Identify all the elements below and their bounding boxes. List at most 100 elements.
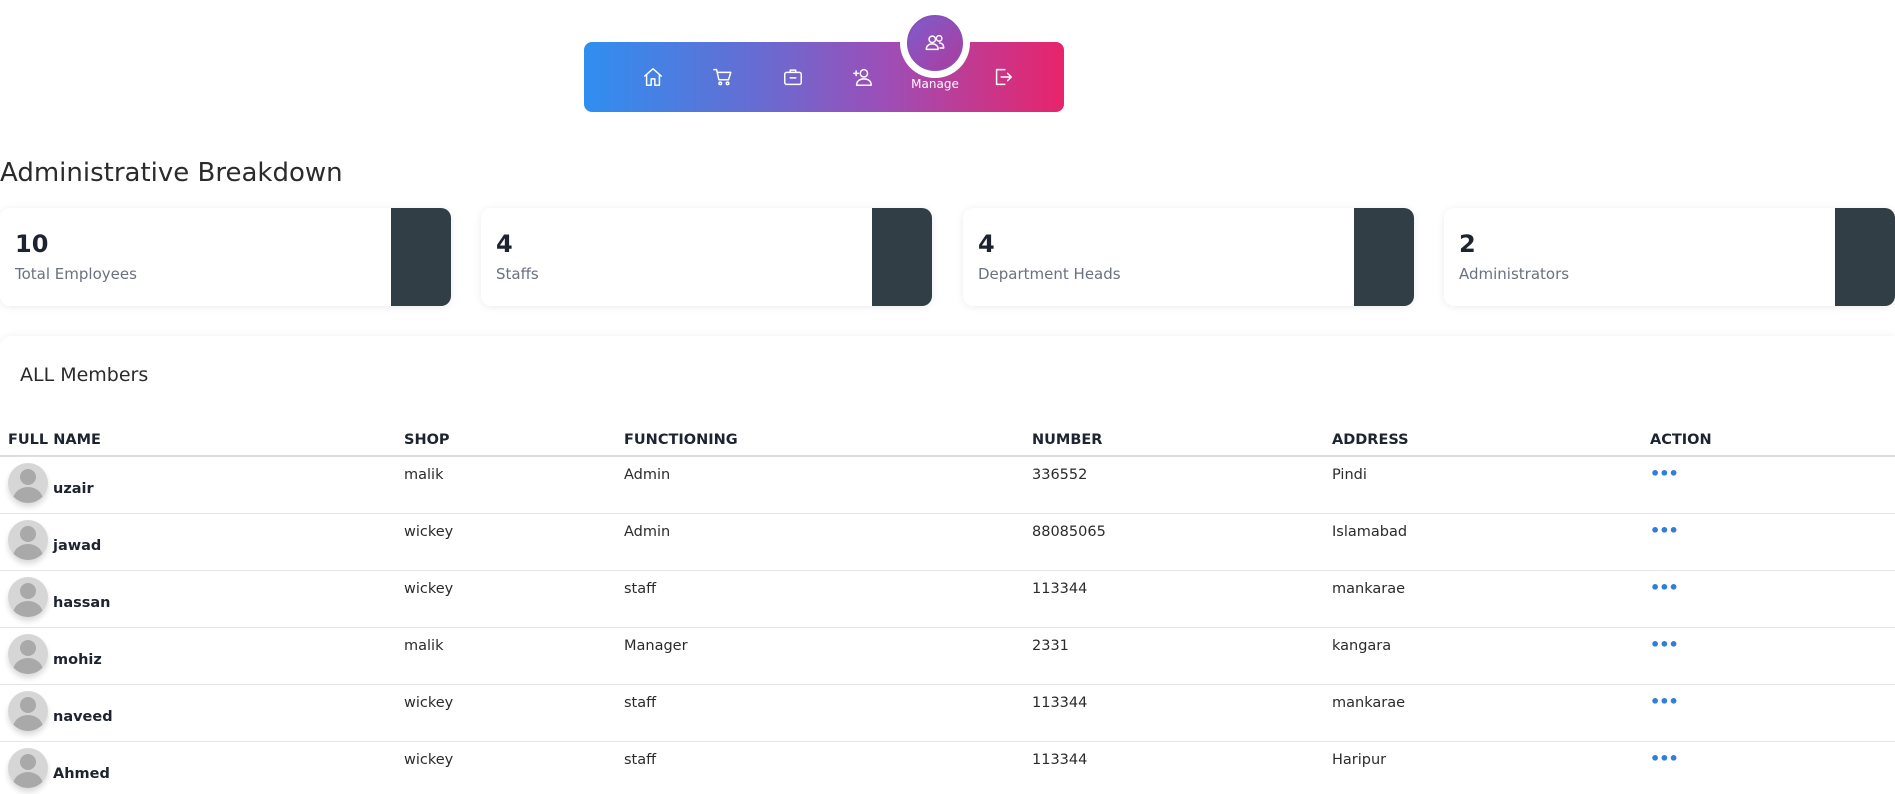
- table-header-row: FULL NAME SHOP FUNCTIONING NUMBER ADDRES…: [0, 424, 1895, 457]
- cell-shop: malik: [396, 627, 616, 685]
- page-title: Administrative Breakdown: [0, 158, 343, 188]
- cell-full-name: jawad: [0, 513, 396, 571]
- add-user-icon: [853, 68, 872, 86]
- stat-card-administrators: 2 Administrators: [1444, 208, 1895, 306]
- cell-address: Islamabad: [1324, 513, 1642, 571]
- avatar: [8, 747, 48, 788]
- cell-action: •••: [1642, 513, 1895, 571]
- cell-shop: wickey: [396, 741, 616, 794]
- member-name: naveed: [53, 708, 113, 725]
- nav-home-button[interactable]: [629, 42, 677, 112]
- table-row[interactable]: uzair malik Admin 336552 Pindi •••: [0, 456, 1895, 514]
- cell-number: 113344: [1024, 684, 1324, 742]
- cell-action: •••: [1642, 684, 1895, 742]
- cell-number: 113344: [1024, 741, 1324, 794]
- cell-functioning: staff: [616, 741, 1024, 794]
- briefcase-icon: [784, 69, 802, 86]
- users-icon: [925, 34, 945, 51]
- stat-label: Staffs: [496, 265, 539, 283]
- more-options-icon[interactable]: •••: [1650, 635, 1679, 654]
- more-options-icon[interactable]: •••: [1650, 578, 1679, 597]
- logout-icon: [995, 68, 1012, 86]
- stat-value: 4: [496, 230, 513, 258]
- cell-number: 2331: [1024, 627, 1324, 685]
- cell-full-name: uzair: [0, 456, 396, 514]
- column-header-action: ACTION: [1642, 424, 1895, 457]
- main-nav-bar: [584, 42, 1064, 112]
- cell-shop: malik: [396, 456, 616, 514]
- home-icon: [644, 68, 662, 86]
- cell-address: mankarae: [1324, 570, 1642, 628]
- table-row[interactable]: jawad wickey Admin 88085065 Islamabad ••…: [0, 513, 1895, 571]
- table-row[interactable]: mohiz malik Manager 2331 kangara •••: [0, 627, 1895, 685]
- stat-card-total-employees: 10 Total Employees: [0, 208, 451, 306]
- nav-briefcase-button[interactable]: [769, 42, 817, 112]
- cell-number: 336552: [1024, 456, 1324, 514]
- avatar: [8, 576, 48, 617]
- members-table: FULL NAME SHOP FUNCTIONING NUMBER ADDRES…: [0, 424, 1895, 794]
- cell-functioning: staff: [616, 570, 1024, 628]
- cell-full-name: Ahmed: [0, 741, 396, 794]
- member-name: Ahmed: [53, 765, 110, 782]
- cell-address: Pindi: [1324, 456, 1642, 514]
- more-options-icon[interactable]: •••: [1650, 692, 1679, 711]
- cell-shop: wickey: [396, 513, 616, 571]
- stat-value: 4: [978, 230, 995, 258]
- stat-value: 10: [15, 230, 49, 258]
- cell-number: 88085065: [1024, 513, 1324, 571]
- stat-value: 2: [1459, 230, 1476, 258]
- cell-address: mankarae: [1324, 684, 1642, 742]
- column-header-shop[interactable]: SHOP: [396, 424, 616, 457]
- cell-address: Haripur: [1324, 741, 1642, 794]
- stat-label: Total Employees: [15, 265, 137, 283]
- column-header-address[interactable]: ADDRESS: [1324, 424, 1642, 457]
- stat-card-accent-block: [391, 208, 451, 306]
- member-name: jawad: [53, 537, 102, 554]
- table-row[interactable]: hassan wickey staff 113344 mankarae •••: [0, 570, 1895, 628]
- stat-card-staffs: 4 Staffs: [481, 208, 932, 306]
- stat-card-accent-block: [1354, 208, 1414, 306]
- cell-address: kangara: [1324, 627, 1642, 685]
- cell-action: •••: [1642, 570, 1895, 628]
- column-header-functioning[interactable]: FUNCTIONING: [616, 424, 1024, 457]
- nav-cart-button[interactable]: [699, 42, 747, 112]
- nav-logout-button[interactable]: [979, 42, 1027, 112]
- members-title: ALL Members: [20, 364, 149, 386]
- cell-functioning: staff: [616, 684, 1024, 742]
- cell-full-name: mohiz: [0, 627, 396, 685]
- member-name: hassan: [53, 594, 111, 611]
- cell-action: •••: [1642, 627, 1895, 685]
- cell-functioning: Admin: [616, 456, 1024, 514]
- avatar: [8, 633, 48, 674]
- member-name: uzair: [53, 481, 94, 497]
- cell-action: •••: [1642, 456, 1895, 514]
- avatar: [8, 463, 48, 503]
- cell-shop: wickey: [396, 684, 616, 742]
- more-options-icon[interactable]: •••: [1650, 521, 1679, 540]
- cell-number: 113344: [1024, 570, 1324, 628]
- cell-shop: wickey: [396, 570, 616, 628]
- stat-card-department-heads: 4 Department Heads: [963, 208, 1414, 306]
- members-panel: ALL Members FULL NAME SHOP FUNCTIONING N…: [0, 336, 1895, 794]
- column-header-full-name[interactable]: FULL NAME: [0, 424, 396, 457]
- nav-manage-button[interactable]: [905, 13, 965, 73]
- column-header-number[interactable]: NUMBER: [1024, 424, 1324, 457]
- stat-label: Department Heads: [978, 265, 1121, 283]
- nav-add-user-button[interactable]: [839, 42, 887, 112]
- avatar: [8, 690, 48, 731]
- table-row[interactable]: naveed wickey staff 113344 mankarae •••: [0, 684, 1895, 742]
- nav-manage-label: Manage: [911, 77, 959, 91]
- cell-functioning: Admin: [616, 513, 1024, 571]
- cell-functioning: Manager: [616, 627, 1024, 685]
- stat-card-accent-block: [1835, 208, 1895, 306]
- member-name: mohiz: [53, 651, 102, 668]
- table-row[interactable]: Ahmed wickey staff 113344 Haripur •••: [0, 741, 1895, 794]
- cart-icon: [713, 68, 732, 86]
- stat-card-accent-block: [872, 208, 932, 306]
- more-options-icon[interactable]: •••: [1650, 464, 1679, 483]
- cell-full-name: hassan: [0, 570, 396, 628]
- cell-full-name: naveed: [0, 684, 396, 742]
- more-options-icon[interactable]: •••: [1650, 749, 1679, 768]
- cell-action: •••: [1642, 741, 1895, 794]
- stat-label: Administrators: [1459, 265, 1570, 283]
